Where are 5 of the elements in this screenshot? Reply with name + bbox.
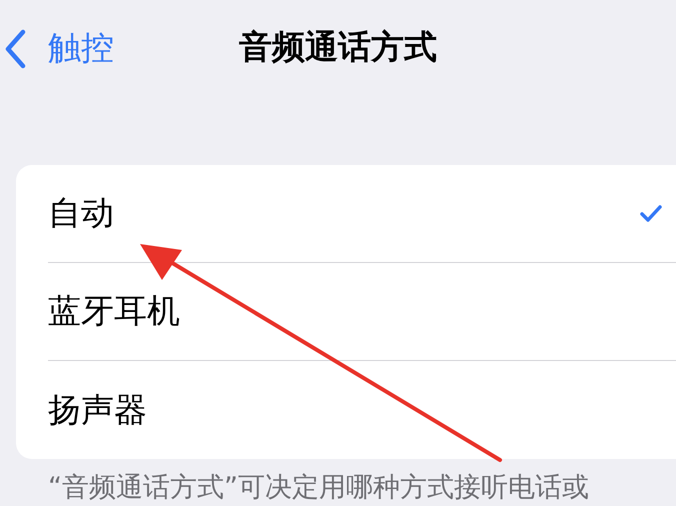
back-chevron-icon xyxy=(4,28,26,68)
back-button[interactable]: 触控 xyxy=(4,26,114,71)
footer-description: “音频通话方式”可决定用哪种方式接听电话或 xyxy=(48,473,590,503)
option-row[interactable]: 扬声器 xyxy=(48,361,676,459)
page-title: 音频通话方式 xyxy=(239,26,437,68)
